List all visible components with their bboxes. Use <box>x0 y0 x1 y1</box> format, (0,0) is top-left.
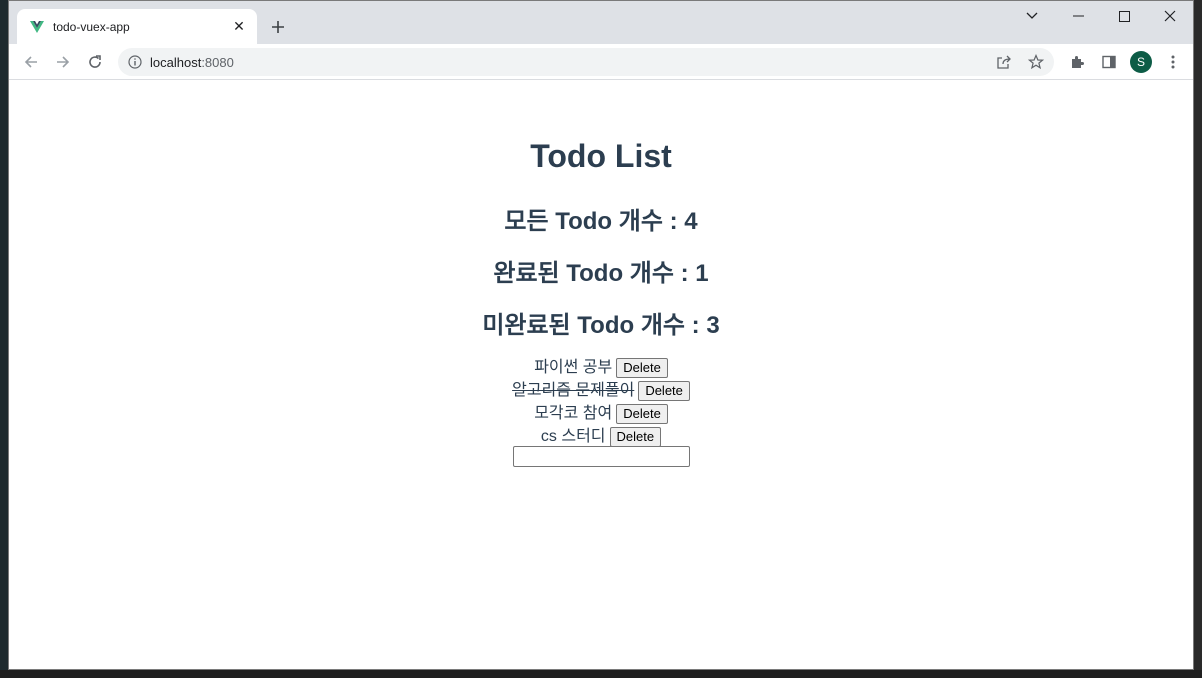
minimize-button[interactable] <box>1055 1 1101 31</box>
background-taskbar-edge <box>0 670 1202 678</box>
maximize-button[interactable] <box>1101 1 1147 31</box>
puzzle-icon <box>1072 56 1084 68</box>
todo-item: 모각코 참여 Delete <box>9 402 1193 425</box>
vue-logo-icon <box>30 20 44 33</box>
back-button[interactable] <box>19 50 43 74</box>
profile-avatar[interactable]: S <box>1130 51 1152 73</box>
browser-menu-button[interactable] <box>1161 50 1185 74</box>
new-tab-button[interactable] <box>267 16 289 38</box>
all-todo-count: 모든 Todo 개수 : 4 <box>504 208 698 235</box>
page-title: Todo List <box>530 138 672 174</box>
todo-list: 파이썬 공부 Delete 알고리즘 문제풀이 Delete 모각코 참여 De… <box>9 356 1193 448</box>
todo-text[interactable]: 모각코 참여 <box>534 402 612 425</box>
plus-icon <box>272 21 284 33</box>
arrow-right-icon <box>57 56 70 68</box>
delete-button[interactable]: Delete <box>616 403 668 424</box>
maximize-icon <box>1118 10 1130 22</box>
arrow-left-icon <box>24 56 37 68</box>
extensions-button[interactable] <box>1065 50 1089 74</box>
url-text: localhost:8080 <box>150 55 234 70</box>
new-todo-input[interactable] <box>513 446 690 467</box>
tab-strip: todo-vuex-app ✕ <box>9 1 1193 44</box>
side-panel-button[interactable] <box>1097 50 1121 74</box>
kebab-menu-icon <box>1171 55 1175 69</box>
share-icon <box>997 55 1011 69</box>
url-host: localhost <box>150 54 202 70</box>
star-icon <box>1028 54 1044 70</box>
page-viewport: Todo List 모든 Todo 개수 : 4 완료된 Todo 개수 : 1… <box>9 80 1193 669</box>
minimize-icon <box>1072 15 1084 17</box>
todo-text[interactable]: cs 스터디 <box>541 425 606 448</box>
url-port: :8080 <box>201 54 234 70</box>
tab-title: todo-vuex-app <box>53 19 130 34</box>
todo-item: 알고리즘 문제풀이 Delete <box>9 379 1193 402</box>
side-panel-icon <box>1102 55 1116 69</box>
background-editor-right <box>1194 0 1202 678</box>
delete-button[interactable]: Delete <box>609 426 662 447</box>
tab-search-button[interactable] <box>1009 1 1055 31</box>
todo-item: cs 스터디 Delete <box>9 425 1193 448</box>
delete-button[interactable]: Delete <box>638 380 690 401</box>
share-button[interactable] <box>994 52 1014 72</box>
address-bar[interactable]: localhost:8080 <box>118 48 1054 76</box>
browser-toolbar: localhost:8080 S <box>9 44 1193 80</box>
todo-item: 파이썬 공부 Delete <box>9 356 1193 379</box>
todo-text[interactable]: 파이썬 공부 <box>534 356 612 379</box>
uncompleted-todo-count: 미완료된 Todo 개수 : 3 <box>482 312 720 339</box>
close-icon <box>1164 10 1176 22</box>
forward-button[interactable] <box>51 50 75 74</box>
background-editor-left <box>0 0 8 678</box>
delete-button[interactable]: Delete <box>616 357 668 378</box>
info-icon[interactable] <box>128 55 142 69</box>
chevron-down-icon <box>1026 12 1038 19</box>
todo-text-completed[interactable]: 알고리즘 문제풀이 <box>512 379 634 402</box>
tab-close-icon[interactable]: ✕ <box>231 18 247 35</box>
close-window-button[interactable] <box>1147 1 1193 31</box>
completed-todo-count: 완료된 Todo 개수 : 1 <box>493 260 709 287</box>
bookmark-button[interactable] <box>1026 52 1046 72</box>
reload-icon <box>89 55 101 68</box>
reload-button[interactable] <box>83 50 107 74</box>
browser-window: todo-vuex-app ✕ localhost:8080 S Todo Li… <box>8 0 1194 670</box>
tab-todo-vuex-app[interactable]: todo-vuex-app ✕ <box>17 9 257 44</box>
